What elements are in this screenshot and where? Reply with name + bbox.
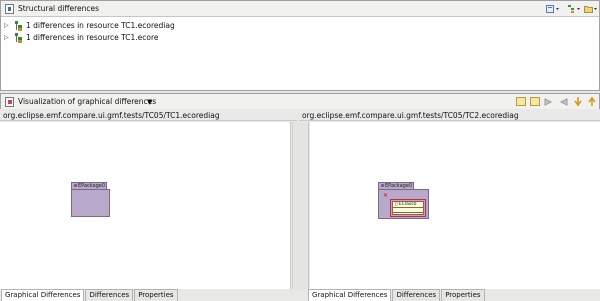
eclass-compartment-divider bbox=[393, 212, 423, 213]
graphical-diff-view-icon bbox=[5, 97, 14, 107]
view-menu-triangle-icon[interactable]: ▼ bbox=[147, 98, 152, 106]
expand-triangle-icon[interactable]: ▷ bbox=[4, 22, 11, 29]
compare-view-icon bbox=[5, 4, 14, 14]
copy-all-right-icon[interactable] bbox=[544, 97, 554, 109]
tab-graphical-differences[interactable]: Graphical Differences bbox=[308, 289, 392, 301]
tree-item[interactable]: ▷ 1 differences in resource TC1.ecore bbox=[4, 32, 159, 43]
tree-item[interactable]: ▷ 1 differences in resource TC1.ecoredia… bbox=[4, 20, 175, 31]
tab-differences[interactable]: Differences bbox=[392, 289, 441, 301]
tab-differences[interactable]: Differences bbox=[85, 289, 134, 301]
tree-item-label: 1 differences in resource TC1.ecorediag bbox=[26, 21, 175, 30]
visualization-view-header: Visualization of graphical differences ▼ bbox=[0, 93, 600, 109]
structural-view-header: Structural differences bbox=[1, 1, 599, 17]
package-icon bbox=[381, 184, 384, 187]
folder-dropdown-icon[interactable] bbox=[584, 4, 598, 14]
deleted-marker-icon: ✕ bbox=[383, 192, 389, 199]
expand-triangle-icon[interactable]: ▷ bbox=[4, 34, 11, 41]
right-diagram-canvas[interactable]: EPackage0 ✕ ▯ EClass0 bbox=[310, 122, 600, 289]
copy-right-icon[interactable] bbox=[530, 97, 540, 106]
right-diagram-path: org.eclipse.emf.compare.ui.gmf.tests/TC0… bbox=[299, 110, 600, 121]
eclass-node[interactable]: ▯ EClass0 bbox=[392, 201, 424, 215]
tab-properties[interactable]: Properties bbox=[134, 289, 178, 301]
tab-properties[interactable]: Properties bbox=[441, 289, 485, 301]
prev-diff-icon[interactable] bbox=[587, 96, 597, 109]
tab-graphical-differences[interactable]: Graphical Differences bbox=[1, 289, 85, 301]
next-diff-icon[interactable] bbox=[573, 96, 583, 109]
diff-tree-icon bbox=[14, 32, 23, 43]
left-pane-tabs: Graphical Differences Differences Proper… bbox=[1, 289, 179, 301]
structural-view-title: Structural differences bbox=[18, 4, 100, 13]
epackage-node[interactable] bbox=[71, 189, 110, 217]
left-diagram-path: org.eclipse.emf.compare.ui.gmf.tests/TC0… bbox=[0, 110, 297, 121]
eclass-label: EClass0 bbox=[398, 202, 417, 207]
diff-tree-icon bbox=[14, 20, 23, 31]
compare-splitter[interactable] bbox=[292, 122, 309, 289]
copy-all-left-icon[interactable] bbox=[558, 97, 568, 109]
visualization-view-title: Visualization of graphical differences bbox=[18, 97, 157, 106]
filter-dropdown-icon[interactable] bbox=[567, 4, 581, 14]
left-diagram-canvas[interactable]: EPackage0 bbox=[0, 122, 291, 289]
structural-diff-tree: ▷ 1 differences in resource TC1.ecoredia… bbox=[1, 18, 599, 90]
right-pane-tabs: Graphical Differences Differences Proper… bbox=[308, 289, 486, 301]
structural-differences-view: Structural differences ▷ 1 differences i… bbox=[0, 0, 600, 91]
package-icon bbox=[74, 184, 77, 187]
copy-left-icon[interactable] bbox=[516, 97, 526, 106]
merge-dropdown-icon[interactable] bbox=[546, 4, 560, 14]
tree-item-label: 1 differences in resource TC1.ecore bbox=[26, 33, 159, 42]
eclass-title: ▯ EClass0 bbox=[393, 202, 423, 208]
